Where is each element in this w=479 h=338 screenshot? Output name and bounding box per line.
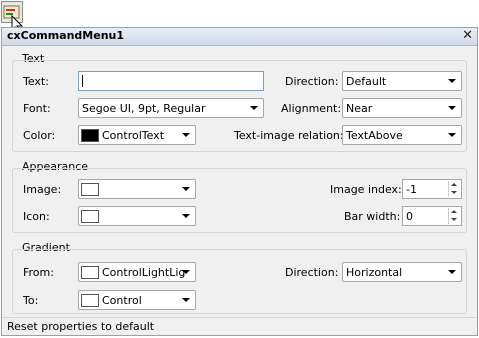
spinner-buttons[interactable]	[448, 208, 460, 224]
image-index-value: -1	[406, 183, 417, 196]
color-select[interactable]: ControlText	[78, 125, 196, 145]
font-select[interactable]: Segoe UI, 9pt, Regular	[78, 98, 264, 118]
direction-label: Direction:	[285, 75, 339, 88]
image-index-spinner[interactable]: -1	[402, 179, 462, 199]
image-select[interactable]	[78, 179, 196, 199]
chevron-down-icon	[448, 270, 456, 274]
alignment-select[interactable]: Near	[342, 98, 462, 118]
chevron-down-icon	[448, 133, 456, 137]
to-color-swatch	[81, 294, 99, 307]
color-swatch	[81, 129, 99, 142]
to-label: To:	[23, 294, 39, 307]
alignment-value: Near	[346, 102, 373, 115]
text-image-relation-select[interactable]: TextAbove	[342, 125, 462, 145]
status-bar: Reset properties to default	[2, 317, 477, 335]
from-label: From:	[23, 266, 54, 279]
text-caret	[82, 75, 83, 87]
spin-up-icon[interactable]	[451, 183, 457, 186]
chevron-down-icon	[448, 79, 456, 83]
font-label: Font:	[23, 102, 51, 115]
gradient-direction-select[interactable]: Horizontal	[342, 262, 462, 282]
spin-down-icon[interactable]	[451, 218, 457, 221]
color-value: ControlText	[102, 129, 165, 142]
text-image-relation-label: Text-image relation:	[234, 129, 344, 142]
properties-dialog: cxCommandMenu1 ✕ Text Text: Font: Segoe …	[1, 27, 478, 336]
to-color-select[interactable]: Control	[78, 290, 196, 310]
chevron-down-icon	[182, 298, 190, 302]
reset-properties-link[interactable]: Reset properties to default	[7, 320, 154, 333]
image-label: Image:	[23, 183, 62, 196]
color-label: Color:	[23, 129, 56, 142]
spin-down-icon[interactable]	[451, 191, 457, 194]
image-swatch	[81, 183, 99, 196]
chevron-down-icon	[182, 133, 190, 137]
bar-width-value: 0	[406, 210, 413, 223]
font-value: Segoe UI, 9pt, Regular	[82, 102, 206, 115]
gradient-direction-value: Horizontal	[346, 266, 403, 279]
chevron-down-icon	[182, 187, 190, 191]
text-input[interactable]	[78, 71, 264, 91]
direction-value: Default	[346, 75, 387, 88]
alignment-label: Alignment:	[281, 102, 342, 115]
from-color-select[interactable]: ControlLightLig	[78, 262, 196, 282]
icon-select[interactable]	[78, 206, 196, 226]
image-index-label: Image index:	[330, 183, 402, 196]
from-color-swatch	[81, 266, 99, 279]
chevron-down-icon	[448, 106, 456, 110]
spinner-buttons[interactable]	[448, 181, 460, 197]
bar-width-label: Bar width:	[344, 210, 401, 223]
from-color-value: ControlLightLig	[102, 266, 186, 279]
text-image-relation-value: TextAbove	[346, 129, 403, 142]
gradient-direction-label: Direction:	[285, 266, 339, 279]
icon-swatch	[81, 210, 99, 223]
to-color-value: Control	[102, 294, 142, 307]
window-title: cxCommandMenu1	[7, 29, 125, 42]
close-icon[interactable]: ✕	[462, 28, 473, 43]
chevron-down-icon	[182, 270, 190, 274]
chevron-down-icon	[250, 106, 258, 110]
icon-label: Icon:	[23, 210, 50, 223]
text-label: Text:	[23, 75, 49, 88]
title-bar: cxCommandMenu1 ✕	[2, 28, 477, 46]
direction-select[interactable]: Default	[342, 71, 462, 91]
chevron-down-icon	[182, 214, 190, 218]
bar-width-spinner[interactable]: 0	[402, 206, 462, 226]
spin-up-icon[interactable]	[451, 210, 457, 213]
